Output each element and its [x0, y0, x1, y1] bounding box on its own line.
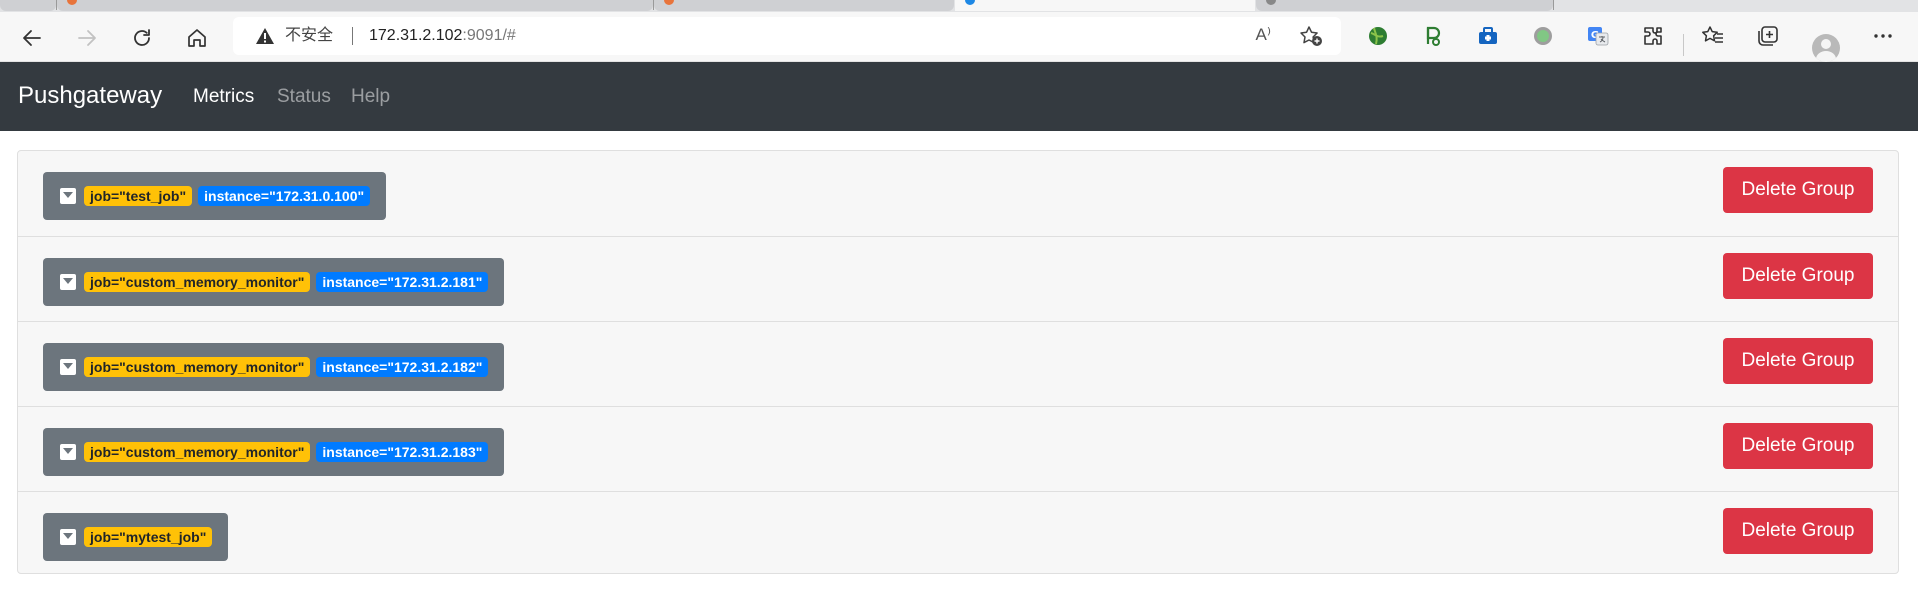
- read-aloud-icon[interactable]: A⁾: [1255, 25, 1271, 45]
- more-icon[interactable]: [1871, 24, 1895, 48]
- address-divider: [352, 27, 353, 45]
- extension-toolbox-icon[interactable]: [1476, 24, 1500, 48]
- instance-label-badge: instance="172.31.0.100": [198, 186, 371, 206]
- back-icon[interactable]: [16, 22, 48, 54]
- group-label-toggle[interactable]: job="custom_memory_monitor" instance="17…: [43, 428, 505, 476]
- favorites-icon[interactable]: [1701, 24, 1725, 48]
- extension-translate-icon[interactable]: G: [1586, 24, 1610, 48]
- collections-icon[interactable]: [1756, 24, 1780, 48]
- forward-icon[interactable]: [71, 22, 103, 54]
- browser-tab[interactable]: [1256, 0, 1554, 11]
- profile-icon[interactable]: [1812, 34, 1840, 62]
- delete-group-button[interactable]: Delete Group: [1723, 167, 1873, 213]
- expand-toggle-icon[interactable]: [60, 444, 76, 460]
- url-port-path: :9091/#: [462, 27, 516, 44]
- delete-group-button[interactable]: Delete Group: [1723, 253, 1873, 299]
- warning-icon[interactable]: [255, 27, 275, 50]
- tab-favicon-icon: [67, 0, 77, 5]
- security-label[interactable]: 不安全: [285, 27, 333, 45]
- delete-group-button[interactable]: Delete Group: [1723, 423, 1873, 469]
- delete-group-button[interactable]: Delete Group: [1723, 338, 1873, 384]
- url-text[interactable]: 172.31.2.102:9091/#: [369, 27, 516, 45]
- expand-toggle-icon[interactable]: [60, 529, 76, 545]
- job-label-badge: job="custom_memory_monitor": [84, 442, 311, 462]
- nav-link-metrics[interactable]: Metrics: [193, 86, 254, 108]
- tab-favicon-icon: [1266, 0, 1276, 5]
- nav-link-status[interactable]: Status: [277, 86, 331, 108]
- nav-link-help[interactable]: Help: [351, 86, 390, 108]
- browser-tab[interactable]: [57, 0, 654, 11]
- instance-label-badge: instance="172.31.2.181": [316, 272, 489, 292]
- expand-toggle-icon[interactable]: [60, 359, 76, 375]
- browser-tab-active[interactable]: [955, 0, 1255, 11]
- instance-label-badge: instance="172.31.2.182": [316, 357, 489, 377]
- delete-group-button[interactable]: Delete Group: [1723, 508, 1873, 554]
- home-icon[interactable]: [181, 22, 213, 54]
- metric-group-row: job="mytest_job" Delete Group: [18, 491, 1898, 576]
- tab-favicon-icon: [965, 0, 975, 5]
- toolbar-divider: [1683, 34, 1684, 56]
- url-host: 172.31.2.102: [369, 27, 463, 44]
- extension-globe-icon[interactable]: [1366, 24, 1390, 48]
- top-navbar: Pushgateway Metrics Status Help: [0, 62, 1918, 131]
- favorite-add-icon[interactable]: [1299, 25, 1323, 52]
- metric-group-row: job="custom_memory_monitor" instance="17…: [18, 236, 1898, 321]
- extension-circle-icon[interactable]: [1531, 24, 1555, 48]
- job-label-badge: job="test_job": [84, 186, 193, 206]
- refresh-icon[interactable]: [126, 22, 158, 54]
- browser-tab[interactable]: [654, 0, 954, 11]
- extension-icon[interactable]: [1641, 24, 1665, 48]
- job-label-badge: job="mytest_job": [84, 527, 213, 547]
- browser-tab-strip: [0, 0, 1918, 12]
- instance-label-badge: instance="172.31.2.183": [316, 442, 489, 462]
- browser-tab[interactable]: [0, 0, 57, 11]
- metric-groups-list: job="test_job" instance="172.31.0.100" D…: [17, 150, 1899, 574]
- tab-favicon-icon: [664, 0, 674, 5]
- brand-link[interactable]: Pushgateway: [18, 82, 162, 110]
- expand-toggle-icon[interactable]: [60, 188, 76, 204]
- metric-group-row: job="custom_memory_monitor" instance="17…: [18, 406, 1898, 491]
- metric-group-row: job="test_job" instance="172.31.0.100" D…: [18, 151, 1898, 236]
- extension-leaf-icon[interactable]: [1421, 24, 1445, 48]
- expand-toggle-icon[interactable]: [60, 274, 76, 290]
- group-label-toggle[interactable]: job="mytest_job": [43, 513, 229, 561]
- browser-toolbar: 不安全 172.31.2.102:9091/# A⁾ G: [0, 12, 1918, 62]
- job-label-badge: job="custom_memory_monitor": [84, 272, 311, 292]
- metric-group-row: job="custom_memory_monitor" instance="17…: [18, 321, 1898, 406]
- group-label-toggle[interactable]: job="test_job" instance="172.31.0.100": [43, 172, 387, 220]
- group-label-toggle[interactable]: job="custom_memory_monitor" instance="17…: [43, 258, 505, 306]
- address-bar[interactable]: 不安全 172.31.2.102:9091/# A⁾: [233, 17, 1341, 55]
- group-label-toggle[interactable]: job="custom_memory_monitor" instance="17…: [43, 343, 505, 391]
- job-label-badge: job="custom_memory_monitor": [84, 357, 311, 377]
